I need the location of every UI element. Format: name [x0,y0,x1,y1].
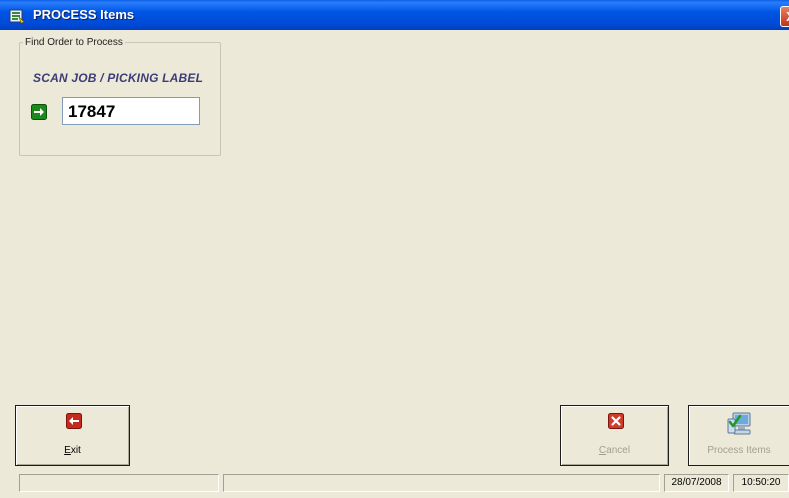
process-items-label: Process Items [707,445,771,456]
status-panel-2 [223,474,660,492]
exit-button[interactable]: Exit [15,405,130,466]
app-icon [9,9,25,24]
title-bar[interactable]: PROCESS Items X [0,0,789,30]
green-arrow-icon [31,104,47,120]
computer-check-icon [727,412,751,435]
scan-label: SCAN JOB / PICKING LABEL [33,71,204,85]
exit-button-label: Exit [16,445,129,456]
process-items-button[interactable]: Process Items [688,405,789,466]
red-x-icon [608,413,624,429]
status-date: 28/07/2008 [664,474,729,492]
cancel-button[interactable]: Cancel [560,405,669,466]
groupbox-legend: Find Order to Process [23,37,125,48]
window-title: PROCESS Items [33,7,135,22]
status-time: 10:50:20 [733,474,789,492]
close-button[interactable]: X [780,6,789,27]
status-panel-1 [19,474,219,492]
cancel-button-label: Cancel [561,445,668,456]
cancel-label-rest: ancel [606,445,631,456]
red-left-arrow-icon [66,413,82,429]
exit-label-rest: xit [70,445,81,456]
exit-mnemonic: E [64,445,71,456]
order-number-input[interactable] [62,97,200,125]
